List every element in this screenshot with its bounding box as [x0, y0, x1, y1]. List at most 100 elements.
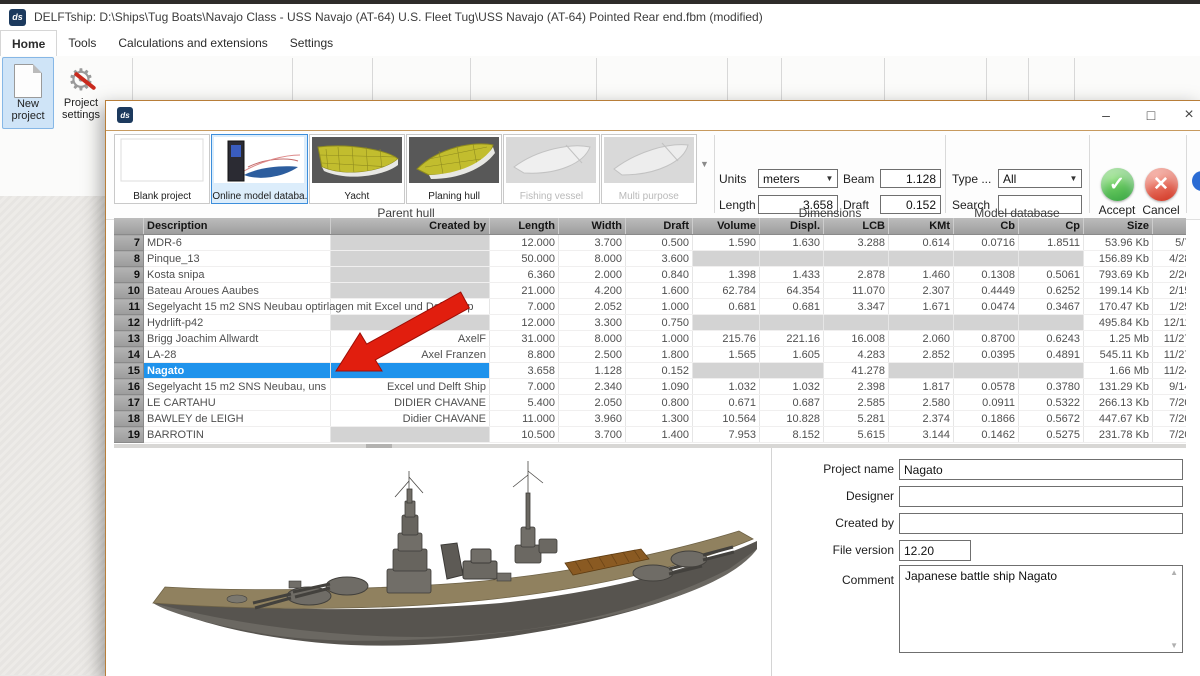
cell[interactable]: 0.0578: [954, 379, 1019, 395]
parent-hull-thumbnail-3[interactable]: Planing hull: [406, 134, 502, 204]
cell[interactable]: 0.5672: [1019, 411, 1084, 427]
row-number[interactable]: 11: [114, 299, 144, 315]
cell[interactable]: 231.78 Kb: [1084, 427, 1153, 443]
column-header-row-number[interactable]: [114, 218, 144, 235]
cell[interactable]: 10.828: [760, 411, 824, 427]
column-header-kmt[interactable]: KMt: [889, 218, 954, 235]
cell[interactable]: 64.354: [760, 283, 824, 299]
parent-hull-thumbnail-0[interactable]: Blank project: [114, 134, 210, 204]
table-row[interactable]: 10Bateau Aroues Aaubes21.0004.2001.60062…: [114, 283, 1186, 299]
cell[interactable]: 62.784: [693, 283, 760, 299]
accept-button[interactable]: ✓ Accept: [1095, 168, 1139, 217]
cell[interactable]: 12.000: [490, 235, 559, 251]
cell-description[interactable]: MDR-6: [144, 235, 331, 251]
cell[interactable]: 2.000: [559, 267, 626, 283]
cell[interactable]: 3.700: [559, 235, 626, 251]
cell-description[interactable]: BARROTIN: [144, 427, 331, 443]
table-row[interactable]: 11Segelyacht 15 m2 SNS Neubau optirlagen…: [114, 299, 1186, 315]
cell[interactable]: 0.4449: [954, 283, 1019, 299]
title-bar[interactable]: ds DELFTship: D:\Ships\Tug Boats\Navajo …: [0, 4, 1200, 30]
table-row[interactable]: 17LE CARTAHUDIDIER CHAVANE5.4002.0500.80…: [114, 395, 1186, 411]
cell[interactable]: 1.671: [889, 299, 954, 315]
cell[interactable]: [760, 251, 824, 267]
cell[interactable]: [693, 363, 760, 379]
cell[interactable]: 1.565: [693, 347, 760, 363]
cell[interactable]: 5/7/2021: [1153, 235, 1187, 251]
cell[interactable]: [954, 251, 1019, 267]
table-row[interactable]: 9Kosta snipa6.3602.0000.8401.3981.4332.8…: [114, 267, 1186, 283]
cell[interactable]: [889, 315, 954, 331]
row-number[interactable]: 19: [114, 427, 144, 443]
cell[interactable]: 2.060: [889, 331, 954, 347]
cell[interactable]: Didier CHAVANE: [331, 411, 490, 427]
cell[interactable]: 2.878: [824, 267, 889, 283]
cell[interactable]: 0.687: [760, 395, 824, 411]
table-row[interactable]: 13Brigg Joachim AllwardtAxelF31.0008.000…: [114, 331, 1186, 347]
cell[interactable]: [331, 235, 490, 251]
column-header-draft[interactable]: Draft: [626, 218, 693, 235]
cell[interactable]: 12/11/2020: [1153, 315, 1187, 331]
parent-hull-thumbnail-5[interactable]: Multi purpose: [601, 134, 697, 204]
created-by-input[interactable]: [899, 513, 1183, 534]
cell[interactable]: [331, 363, 490, 379]
parent-hull-thumbnail-4[interactable]: Fishing vessel: [503, 134, 599, 204]
column-header-lcb[interactable]: LCB: [824, 218, 889, 235]
cell-description[interactable]: Nagato: [144, 363, 331, 379]
cell[interactable]: 266.13 Kb: [1084, 395, 1153, 411]
cell-description[interactable]: Hydrlift-p42: [144, 315, 331, 331]
cancel-button[interactable]: ✕ Cancel: [1139, 168, 1183, 217]
row-number[interactable]: 9: [114, 267, 144, 283]
cell[interactable]: 131.29 Kb: [1084, 379, 1153, 395]
row-number[interactable]: 16: [114, 379, 144, 395]
comment-textarea[interactable]: Japanese battle ship Nagato ▲ ▼: [899, 565, 1183, 653]
cell[interactable]: 21.000: [490, 283, 559, 299]
cell[interactable]: 1.605: [760, 347, 824, 363]
cell[interactable]: 3.347: [824, 299, 889, 315]
cell[interactable]: 11.070: [824, 283, 889, 299]
menu-settings[interactable]: Settings: [279, 30, 344, 56]
cell[interactable]: 3.288: [824, 235, 889, 251]
cell[interactable]: [693, 251, 760, 267]
scrollbar-thumb[interactable]: [366, 444, 392, 448]
cell[interactable]: 0.8700: [954, 331, 1019, 347]
column-header-size[interactable]: Size: [1084, 218, 1153, 235]
cell[interactable]: 7/20/2020: [1153, 395, 1187, 411]
dialog-close-button[interactable]: ×: [1174, 103, 1200, 127]
row-number[interactable]: 12: [114, 315, 144, 331]
cell[interactable]: 1.000: [626, 331, 693, 347]
cell[interactable]: 5.400: [490, 395, 559, 411]
parent-hull-thumbnail-1[interactable]: Online model databa...: [211, 134, 307, 204]
cell[interactable]: 1.032: [760, 379, 824, 395]
table-row[interactable]: 15Nagato3.6581.1280.15241.2781.66 Mb11/2…: [114, 363, 1186, 379]
cell-description[interactable]: Kosta snipa: [144, 267, 331, 283]
cell[interactable]: 3.144: [889, 427, 954, 443]
cell[interactable]: 8.152: [760, 427, 824, 443]
cell[interactable]: 0.614: [889, 235, 954, 251]
cell[interactable]: [331, 283, 490, 299]
cell[interactable]: [331, 267, 490, 283]
cell[interactable]: [1019, 363, 1084, 379]
cell[interactable]: 0.3467: [1019, 299, 1084, 315]
cell[interactable]: 1.66 Mb: [1084, 363, 1153, 379]
cell[interactable]: 1.800: [626, 347, 693, 363]
cell[interactable]: 3.658: [490, 363, 559, 379]
column-header-length[interactable]: Length: [490, 218, 559, 235]
cell[interactable]: 1.032: [693, 379, 760, 395]
cell[interactable]: 2.374: [889, 411, 954, 427]
cell[interactable]: 0.500: [626, 235, 693, 251]
cell[interactable]: 1.128: [559, 363, 626, 379]
dialog-title-bar[interactable]: ds – □ ×: [106, 101, 1200, 130]
cell[interactable]: 156.89 Kb: [1084, 251, 1153, 267]
cell[interactable]: 8.000: [559, 251, 626, 267]
cell[interactable]: Excel und Delft Ship: [331, 379, 490, 395]
table-row[interactable]: 12Hydrlift-p4212.0003.3000.750495.84 Kb1…: [114, 315, 1186, 331]
dialog-maximize-button[interactable]: □: [1136, 103, 1166, 127]
cell[interactable]: 0.152: [626, 363, 693, 379]
cell[interactable]: 0.3780: [1019, 379, 1084, 395]
cell[interactable]: 0.800: [626, 395, 693, 411]
cell[interactable]: 10.564: [693, 411, 760, 427]
column-header-date[interactable]: Date: [1153, 218, 1187, 235]
cell[interactable]: 0.6243: [1019, 331, 1084, 347]
cell[interactable]: 2.398: [824, 379, 889, 395]
cell-description[interactable]: LE CARTAHU: [144, 395, 331, 411]
